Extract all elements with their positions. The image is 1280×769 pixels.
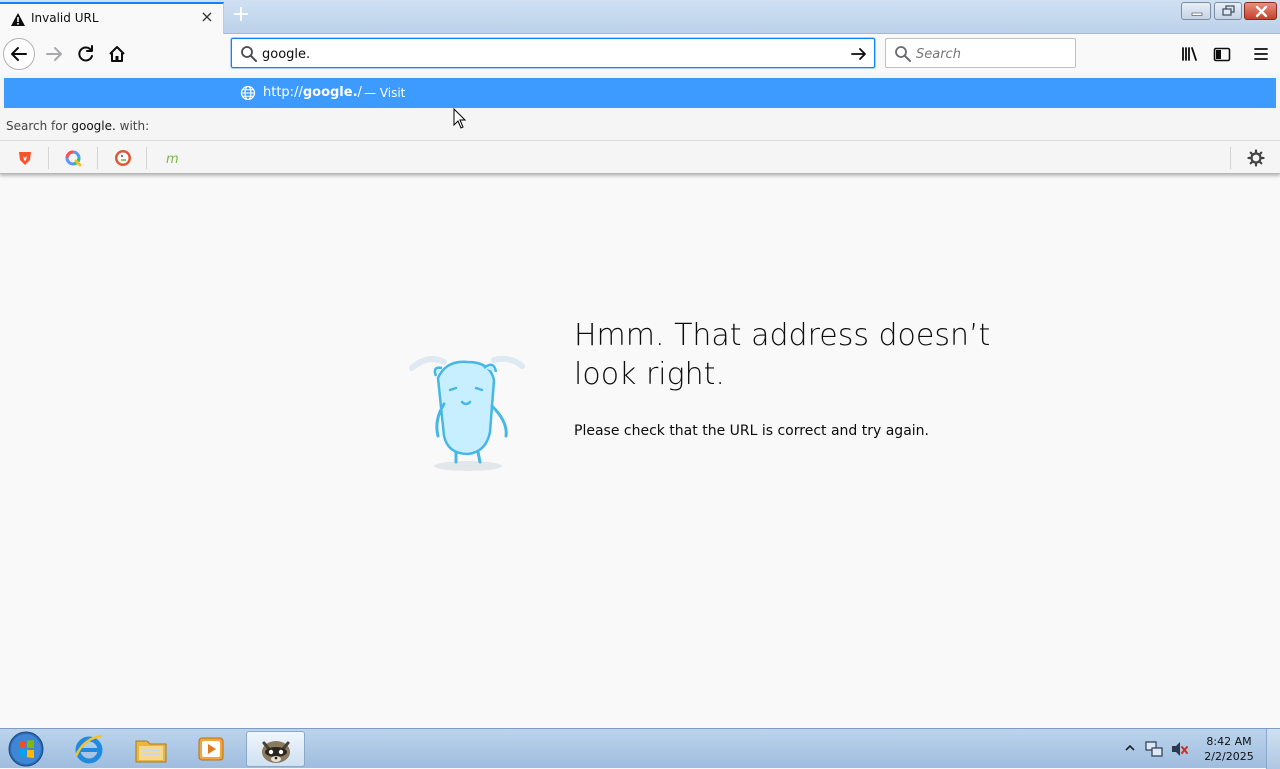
- separator: [97, 147, 98, 169]
- restore-button[interactable]: [1214, 2, 1242, 20]
- clock-date: 2/2/2025: [1204, 750, 1254, 763]
- url-bar[interactable]: [231, 38, 875, 68]
- one-off-search-engines: m: [0, 140, 1280, 174]
- close-window-button[interactable]: [1244, 2, 1277, 20]
- hamburger-menu-icon: [1254, 48, 1268, 60]
- reload-button[interactable]: [70, 38, 102, 70]
- system-clock[interactable]: 8:42 AM 2/2/2025: [1196, 734, 1262, 764]
- search-icon: [895, 46, 911, 62]
- arrow-left-icon: [11, 47, 27, 61]
- qwant-icon[interactable]: [64, 149, 82, 167]
- tab-strip: Invalid URL × +: [0, 0, 1280, 35]
- home-icon: [109, 46, 125, 62]
- go-arrow-icon[interactable]: [849, 45, 869, 63]
- home-button[interactable]: [101, 38, 133, 70]
- error-description: Please check that the URL is correct and…: [574, 423, 929, 439]
- svg-text:m: m: [166, 152, 179, 167]
- gear-icon[interactable]: [1247, 149, 1265, 167]
- separator: [146, 147, 147, 169]
- globe-icon: [240, 85, 256, 101]
- url-suggestions-popup: http://google./ — Visit Search for googl…: [0, 74, 1280, 174]
- tab-title: Invalid URL: [31, 11, 99, 25]
- browser-taskbar-button[interactable]: [246, 731, 305, 767]
- new-tab-button[interactable]: +: [230, 4, 252, 26]
- close-icon: [1255, 5, 1268, 18]
- mojeek-icon[interactable]: m: [164, 149, 182, 167]
- suggestion-action: — Visit: [364, 86, 406, 100]
- reload-icon: [78, 45, 93, 62]
- separator: [48, 147, 49, 169]
- navigation-toolbar: [0, 34, 1280, 74]
- search-input[interactable]: [916, 45, 1066, 63]
- confused-bear-illustration: [409, 355, 525, 471]
- file-explorer-icon[interactable]: [134, 733, 168, 765]
- url-input[interactable]: [262, 45, 822, 63]
- library-button[interactable]: [1174, 38, 1206, 70]
- search-bar[interactable]: [885, 38, 1076, 68]
- forward-button[interactable]: [38, 38, 70, 70]
- network-icon[interactable]: [1144, 739, 1164, 759]
- close-tab-icon[interactable]: ×: [199, 9, 215, 25]
- error-title: Hmm. That address doesn’t look right.: [574, 318, 991, 392]
- search-for-label: Search for google. with:: [6, 119, 150, 133]
- raccoon-browser-icon: [262, 741, 290, 763]
- mouse-cursor-icon: [453, 108, 467, 129]
- search-icon: [241, 46, 257, 62]
- minimize-icon: [1191, 12, 1203, 16]
- media-player-icon[interactable]: [196, 734, 228, 764]
- internet-explorer-icon[interactable]: [72, 732, 106, 766]
- url-suggestion-item[interactable]: http://google./ — Visit: [4, 78, 1276, 108]
- start-button[interactable]: [6, 730, 46, 768]
- back-button[interactable]: [3, 38, 35, 70]
- clock-time: 8:42 AM: [1206, 735, 1252, 748]
- duckduckgo-icon[interactable]: [114, 149, 132, 167]
- show-hidden-icons-icon[interactable]: [1124, 743, 1136, 753]
- suggestion-url: http://google./: [263, 85, 362, 100]
- minimize-button[interactable]: [1181, 2, 1211, 20]
- show-desktop-button[interactable]: [1266, 729, 1280, 769]
- arrow-right-icon: [46, 47, 62, 61]
- windows-taskbar: 8:42 AM 2/2/2025: [0, 728, 1280, 769]
- restore-icon: [1222, 5, 1235, 16]
- sidebar-icon: [1213, 47, 1231, 62]
- warning-icon: [11, 13, 25, 26]
- library-icon: [1182, 47, 1197, 61]
- separator: [1230, 147, 1231, 169]
- menu-button[interactable]: [1245, 38, 1277, 70]
- sidebar-button[interactable]: [1206, 38, 1238, 70]
- tab-invalid-url[interactable]: Invalid URL ×: [0, 2, 224, 35]
- volume-muted-icon[interactable]: [1170, 739, 1190, 759]
- brave-icon[interactable]: [16, 149, 34, 167]
